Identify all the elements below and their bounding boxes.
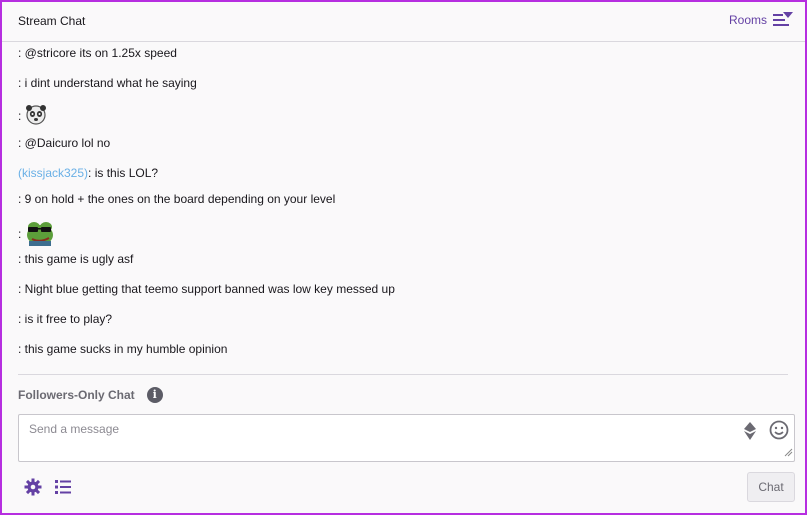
chat-message: : this game is ugly asf [18, 251, 133, 267]
resize-grip-icon[interactable] [783, 446, 793, 460]
chat-toolbar [24, 478, 84, 499]
message-text: : is it free to play? [18, 312, 113, 326]
message-text: : Night blue getting that teemo support … [18, 282, 395, 296]
rooms-label: Rooms [728, 13, 767, 27]
stream-chat-title: Stream Chat [18, 14, 86, 28]
chat-message: : Night blue getting that teemo support … [18, 281, 395, 297]
message-text: : [18, 227, 22, 242]
bits-icon[interactable] [742, 421, 758, 444]
chat-message: : 9 on hold + the ones on the board depe… [18, 191, 335, 207]
followers-only-label: Followers-Only Chat [18, 388, 135, 402]
frog-sunglasses-emote[interactable] [25, 220, 55, 250]
followers-only-notice: Followers-Only Chat i [18, 387, 163, 403]
message-text: : [18, 109, 22, 124]
chat-frame: Stream Chat Rooms : @stricore its on 1.2… [0, 0, 807, 515]
chat-send-button[interactable]: Chat [747, 472, 795, 502]
chat-header: Stream Chat Rooms [2, 2, 805, 42]
chat-divider [18, 374, 788, 375]
message-text: : this game is ugly asf [18, 252, 134, 266]
chat-message: : is it free to play? [18, 311, 112, 327]
panda-face-emote[interactable] [25, 105, 47, 129]
chat-message: : [18, 220, 55, 250]
chat-message-input[interactable] [19, 415, 794, 461]
chat-message: : @stricore its on 1.25x speed [18, 45, 177, 61]
message-text: : is this LOL? [88, 166, 159, 180]
message-text: : i dint understand what he saying [18, 76, 197, 90]
viewer-list-icon[interactable] [54, 478, 72, 499]
chat-message-list[interactable]: : @stricore its on 1.25x speed : i dint … [18, 42, 788, 364]
chat-composer [18, 414, 795, 462]
chat-message: : [18, 105, 47, 129]
chat-message: (kissjack325): is this LOL? [18, 165, 158, 181]
info-icon[interactable]: i [146, 387, 163, 403]
chat-username[interactable]: (kissjack325) [18, 166, 88, 180]
message-text: : this game sucks in my humble opinion [18, 342, 228, 356]
rooms-icon [773, 12, 793, 28]
settings-gear-icon[interactable] [24, 478, 42, 499]
message-text: : @Daicuro lol no [18, 136, 111, 150]
message-text: : @stricore its on 1.25x speed [18, 46, 177, 60]
message-text: : 9 on hold + the ones on the board depe… [18, 192, 336, 206]
chat-message: : this game sucks in my humble opinion [18, 341, 227, 357]
chat-message: : i dint understand what he saying [18, 75, 197, 91]
emoji-icon[interactable] [768, 419, 790, 444]
rooms-button[interactable]: Rooms [729, 12, 793, 28]
chat-message: : @Daicuro lol no [18, 135, 110, 151]
